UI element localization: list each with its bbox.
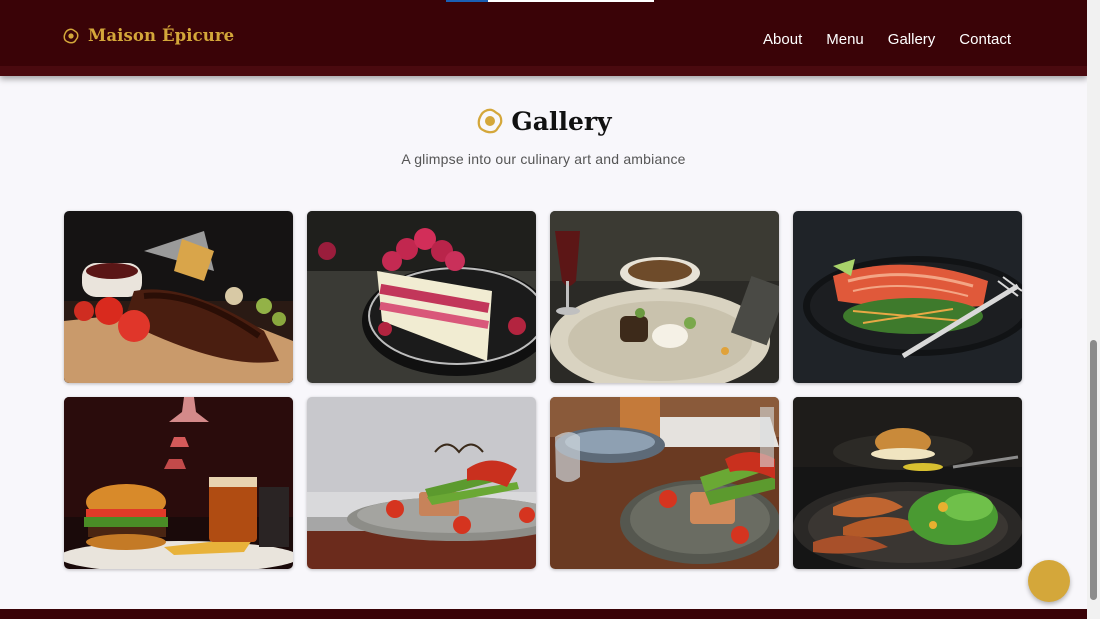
- gallery-image-table-setting[interactable]: [550, 397, 779, 569]
- main-nav: About Menu Gallery Contact: [763, 31, 1011, 48]
- scroll-progress-fill: [446, 0, 488, 2]
- page-scrollbar[interactable]: [1087, 0, 1100, 619]
- gallery-subtitle: A glimpse into our culinary art and ambi…: [401, 151, 686, 167]
- page-title: Gallery: [511, 106, 612, 136]
- scrollbar-thumb[interactable]: [1090, 340, 1097, 600]
- site-header: Maison Épicure About Menu Gallery Contac…: [0, 0, 1087, 76]
- nav-item-about[interactable]: About: [763, 31, 802, 48]
- brand-name: Maison Épicure: [88, 26, 235, 45]
- gallery-image-cake[interactable]: [307, 211, 536, 383]
- gallery-image-ribs[interactable]: [64, 211, 293, 383]
- page: Maison Épicure About Menu Gallery Contac…: [0, 0, 1087, 619]
- header-band: [0, 66, 1087, 76]
- fried-egg-icon: [478, 108, 503, 134]
- gallery-image-fine-dining[interactable]: [550, 211, 779, 383]
- nav-item-contact[interactable]: Contact: [959, 31, 1011, 48]
- gallery-grid: [64, 211, 1023, 569]
- floating-action-button[interactable]: [1028, 560, 1070, 602]
- brand-logo-link[interactable]: Maison Épicure: [62, 26, 234, 45]
- nav-item-menu[interactable]: Menu: [826, 31, 864, 48]
- gallery-image-sweet-potatoes[interactable]: [793, 397, 1022, 569]
- footer-strip: [0, 609, 1087, 619]
- scroll-progress-bar: [446, 0, 654, 2]
- nav-item-gallery[interactable]: Gallery: [888, 31, 936, 48]
- gallery-image-salmon[interactable]: [793, 211, 1022, 383]
- gallery-heading: Gallery: [0, 106, 1087, 136]
- fried-egg-icon: [63, 27, 79, 44]
- gallery-image-salmon-asparagus[interactable]: [307, 397, 536, 569]
- gallery-image-burger[interactable]: [64, 397, 293, 569]
